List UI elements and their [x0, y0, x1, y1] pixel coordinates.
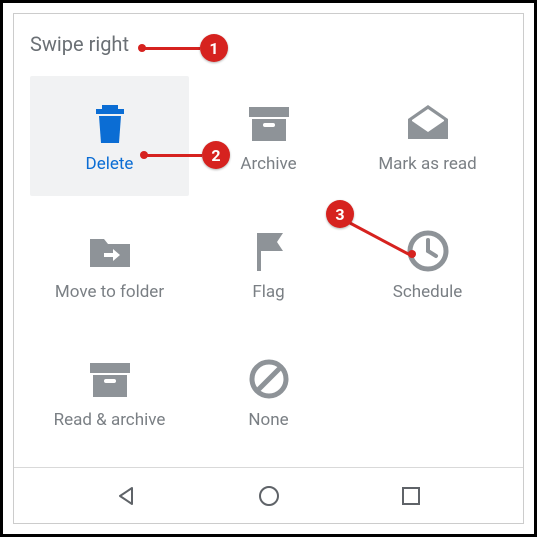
envelope-icon	[404, 98, 452, 148]
none-icon	[247, 354, 291, 404]
option-label: Archive	[240, 154, 296, 174]
nav-recent-button[interactable]	[381, 485, 441, 507]
option-move-to-folder[interactable]: Move to folder	[30, 204, 189, 324]
option-label: Mark as read	[378, 154, 476, 174]
swipe-right-title: Swipe right	[30, 32, 129, 56]
option-delete[interactable]: Delete	[30, 76, 189, 196]
annotation-line	[142, 47, 200, 50]
annotation-dot	[408, 250, 416, 258]
option-label: Flag	[252, 282, 284, 302]
annotation-badge-1: 1	[200, 34, 228, 62]
nav-home-button[interactable]	[239, 484, 299, 508]
option-label: None	[248, 410, 288, 430]
option-archive[interactable]: Archive	[189, 76, 348, 196]
option-label: Read & archive	[54, 410, 166, 430]
option-label: Move to folder	[55, 282, 164, 302]
flag-icon	[249, 226, 289, 276]
option-read-and-archive[interactable]: Read & archive	[30, 332, 189, 452]
android-nav-bar	[14, 467, 523, 523]
annotation-line	[144, 154, 202, 157]
option-mark-as-read[interactable]: Mark as read	[348, 76, 507, 196]
nav-back-button[interactable]	[96, 484, 156, 508]
archive-icon	[88, 354, 132, 404]
option-label: Delete	[86, 154, 134, 174]
option-flag[interactable]: Flag	[189, 204, 348, 324]
folder-icon	[86, 226, 134, 276]
annotation-badge-3: 3	[326, 200, 354, 228]
section-header: Swipe right	[14, 14, 523, 64]
option-label: Schedule	[393, 282, 462, 302]
option-none[interactable]: None	[189, 332, 348, 452]
option-schedule[interactable]: Schedule	[348, 204, 507, 324]
trash-icon	[90, 98, 130, 148]
archive-icon	[247, 98, 291, 148]
swipe-options-grid: Delete Archive Mark as read	[14, 64, 523, 452]
annotation-badge-2: 2	[202, 141, 230, 169]
